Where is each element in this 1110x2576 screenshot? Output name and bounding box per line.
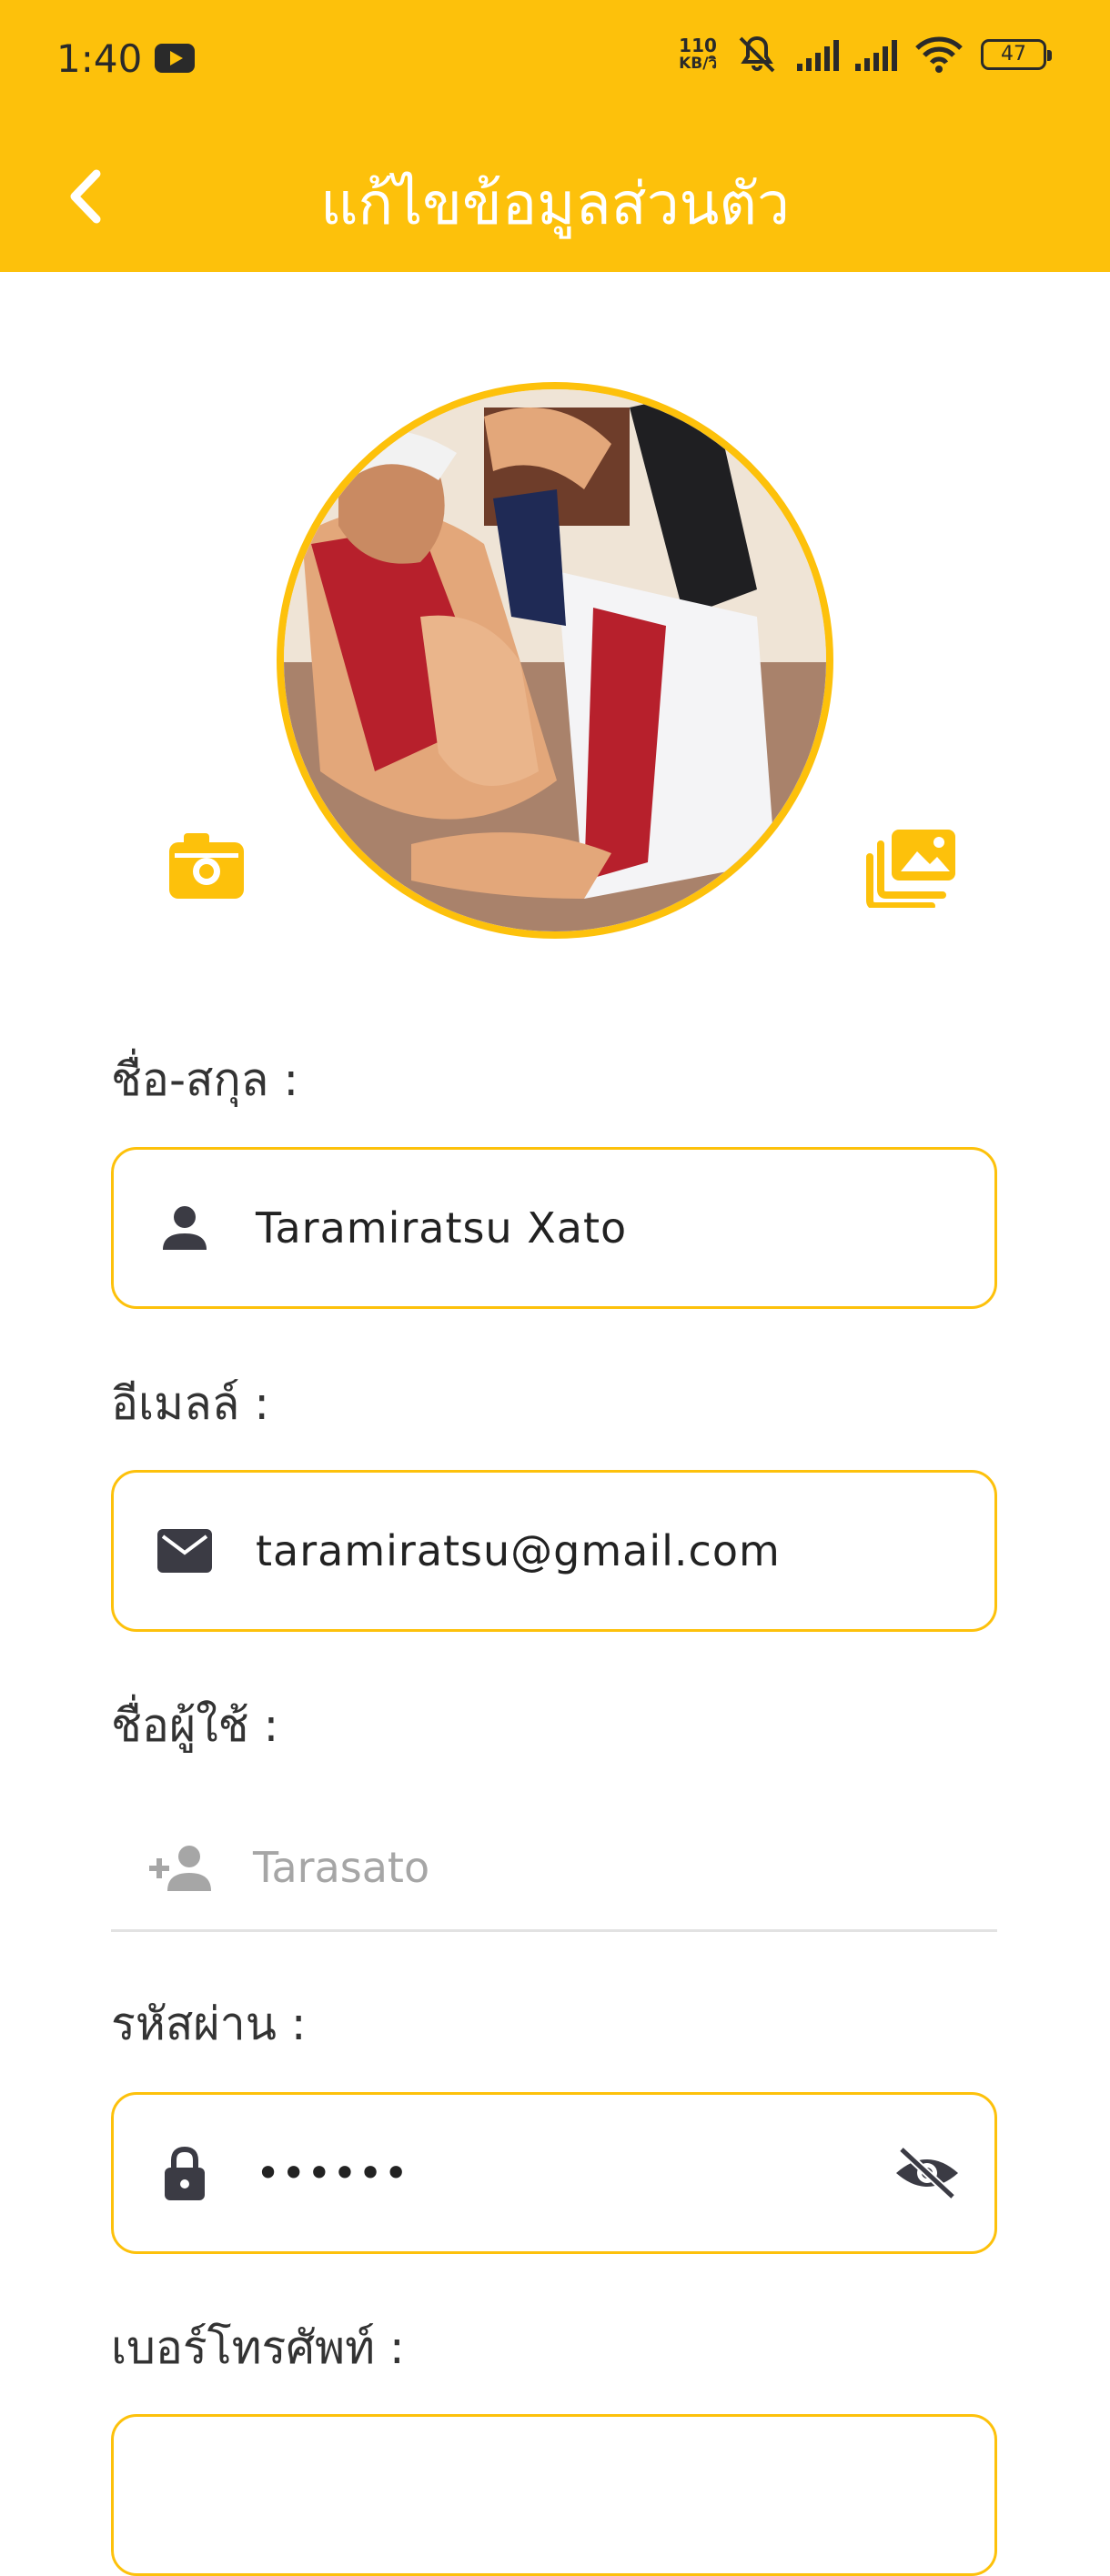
mute-bell-icon xyxy=(739,35,775,73)
status-time: 1:40 xyxy=(56,36,143,81)
signal-1-icon xyxy=(797,38,839,71)
camera-icon[interactable] xyxy=(166,830,247,902)
phone-label: เบอร์โทรศัพท์ : xyxy=(111,2321,405,2374)
youtube-notification-icon xyxy=(155,44,195,73)
email-label: อีเมลล์ : xyxy=(111,1377,270,1430)
username-field: Tarasato xyxy=(111,1805,997,1932)
lock-icon xyxy=(165,2146,205,2200)
net-speed-value: 110 xyxy=(679,35,717,56)
person-add-icon xyxy=(149,1845,211,1891)
mail-icon xyxy=(157,1529,212,1573)
fullname-label: ชื่อ-สกุล : xyxy=(111,1053,299,1106)
person-icon xyxy=(163,1206,207,1250)
profile-avatar[interactable] xyxy=(277,382,833,939)
phone-field[interactable] xyxy=(111,2414,997,2576)
username-label: ชื่อผู้ใช้ : xyxy=(111,1699,279,1752)
app-bar: แก้ไขข้อมูลส่วนตัว xyxy=(0,123,1110,272)
password-label: รหัสผ่าน : xyxy=(111,1997,307,2050)
signal-2-icon xyxy=(855,38,897,71)
photo-library-icon[interactable] xyxy=(864,826,959,908)
wifi-icon xyxy=(915,36,963,73)
eye-off-icon[interactable] xyxy=(893,2144,962,2202)
status-icons: 110 KB/วิ 47 xyxy=(679,35,1052,75)
password-field[interactable]: •••••• xyxy=(111,2092,997,2254)
email-field[interactable]: taramiratsu@gmail.com xyxy=(111,1470,997,1632)
profile-photo-illustration xyxy=(284,389,826,931)
password-value: •••••• xyxy=(256,2148,409,2198)
fullname-field[interactable]: Taramiratsu Xato xyxy=(111,1147,997,1309)
status-bar: 1:40 110 KB/วิ 47 xyxy=(0,0,1110,123)
username-value: Tarasato xyxy=(253,1842,430,1892)
fullname-value: Taramiratsu Xato xyxy=(256,1203,628,1253)
net-speed-unit: KB/วิ xyxy=(679,55,717,73)
battery-indicator: 47 xyxy=(981,39,1052,70)
page-title: แก้ไขข้อมูลส่วนตัว xyxy=(320,171,790,238)
net-speed: 110 KB/วิ xyxy=(679,36,717,73)
email-value: taramiratsu@gmail.com xyxy=(256,1526,781,1575)
